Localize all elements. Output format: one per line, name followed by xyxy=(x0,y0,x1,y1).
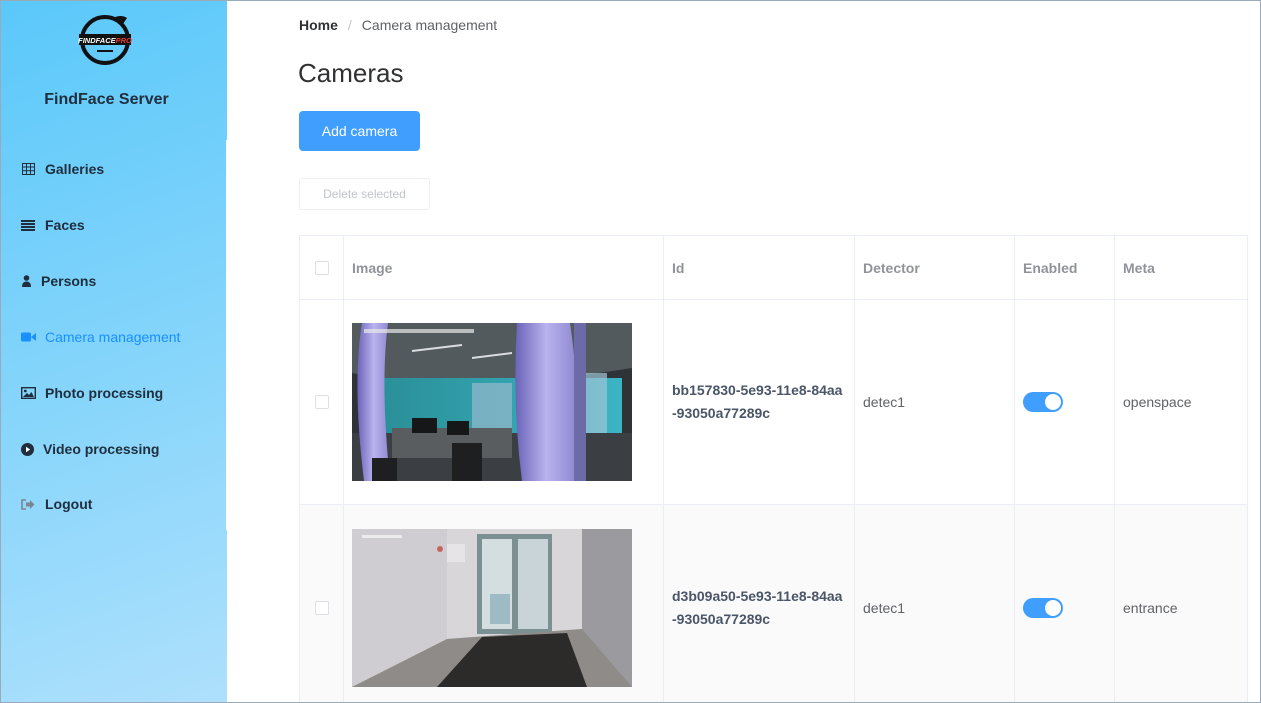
table-grid-icon xyxy=(20,161,36,177)
camera-id: bb157830-5e93-11e8-84aa-93050a77289c xyxy=(672,382,843,421)
sidebar-item-video-processing[interactable]: Video processing xyxy=(20,437,159,461)
sidebar-item-label: Persons xyxy=(41,273,97,289)
detector-cell: detec1 xyxy=(855,505,1015,703)
cameras-table: Image Id Detector Enabled Meta bb157830-… xyxy=(299,235,1248,703)
table-row[interactable]: bb157830-5e93-11e8-84aa-93050a77289c det… xyxy=(300,300,1247,505)
camera-snapshot-entrance[interactable] xyxy=(352,528,632,687)
add-camera-button[interactable]: Add camera xyxy=(299,111,420,151)
column-header-id[interactable]: Id xyxy=(664,236,855,299)
column-header-image[interactable]: Image xyxy=(344,236,664,299)
enabled-toggle[interactable] xyxy=(1023,597,1063,618)
sidebar-item-label: Galleries xyxy=(45,161,105,177)
brand-name: FindFace Server xyxy=(44,91,169,108)
sidebar-divider xyxy=(226,140,228,530)
id-cell: d3b09a50-5e93-11e8-84aa-93050a77289c xyxy=(664,505,855,703)
meta-cell: entrance xyxy=(1123,599,1178,616)
meta-cell: openspace xyxy=(1123,394,1192,410)
page-title: Cameras xyxy=(298,58,404,88)
sidebar-item-persons[interactable]: Persons xyxy=(20,269,96,293)
sidebar-item-label: Faces xyxy=(45,217,85,233)
sidebar-item-photo-processing[interactable]: Photo processing xyxy=(20,381,163,405)
enabled-cell xyxy=(1015,505,1115,703)
breadcrumb: Home / Camera management xyxy=(299,17,497,33)
id-cell: bb157830-5e93-11e8-84aa-93050a77289c xyxy=(664,300,855,504)
sidebar-item-label: Photo processing xyxy=(45,385,164,401)
enabled-toggle[interactable] xyxy=(1023,392,1063,412)
sidebar-item-label: Video processing xyxy=(43,441,160,457)
column-header-detector[interactable]: Detector xyxy=(855,236,1015,299)
sidebar-item-galleries[interactable]: Galleries xyxy=(20,157,104,181)
video-camera-icon xyxy=(20,329,36,345)
detector-cell: detec1 xyxy=(855,300,1015,504)
sign-out-icon xyxy=(20,496,36,512)
breadcrumb-current: Camera management xyxy=(361,17,498,33)
image-cell xyxy=(344,300,664,504)
column-header-enabled[interactable]: Enabled xyxy=(1015,236,1115,299)
enabled-cell xyxy=(1015,300,1115,504)
row-checkbox[interactable] xyxy=(314,395,329,409)
table-header: Image Id Detector Enabled Meta xyxy=(300,236,1247,300)
sidebar-item-faces[interactable]: Faces xyxy=(20,213,85,237)
row-checkbox[interactable] xyxy=(314,600,329,615)
camera-snapshot-openspace[interactable] xyxy=(352,323,632,481)
delete-selected-button[interactable]: Delete selected xyxy=(299,178,430,210)
play-circle-icon xyxy=(20,441,34,457)
person-icon xyxy=(20,273,32,289)
row-select-cell xyxy=(300,300,344,504)
svg-text:FINDFACEPRO: FINDFACEPRO xyxy=(78,36,132,45)
column-header-meta[interactable]: Meta xyxy=(1115,236,1247,299)
header-select-cell xyxy=(300,236,344,299)
table-row[interactable]: d3b09a50-5e93-11e8-84aa-93050a77289c det… xyxy=(300,505,1247,703)
list-icon xyxy=(20,217,36,233)
image-icon xyxy=(20,385,36,401)
sidebar-item-camera-management[interactable]: Camera management xyxy=(20,325,180,349)
camera-id: d3b09a50-5e93-11e8-84aa-93050a77289c xyxy=(672,587,843,627)
select-all-checkbox[interactable] xyxy=(314,260,329,275)
sidebar-item-label: Camera management xyxy=(45,329,181,345)
breadcrumb-home[interactable]: Home xyxy=(299,17,338,33)
breadcrumb-separator: / xyxy=(347,17,352,33)
image-cell xyxy=(344,505,664,703)
findface-logo: FINDFACEPRO xyxy=(78,15,132,65)
sidebar-item-label: Logout xyxy=(45,496,93,512)
sidebar: FINDFACEPRO FindFace Server Galleries Fa… xyxy=(0,0,228,703)
row-select-cell xyxy=(300,505,344,703)
sidebar-item-logout[interactable]: Logout xyxy=(20,492,92,516)
